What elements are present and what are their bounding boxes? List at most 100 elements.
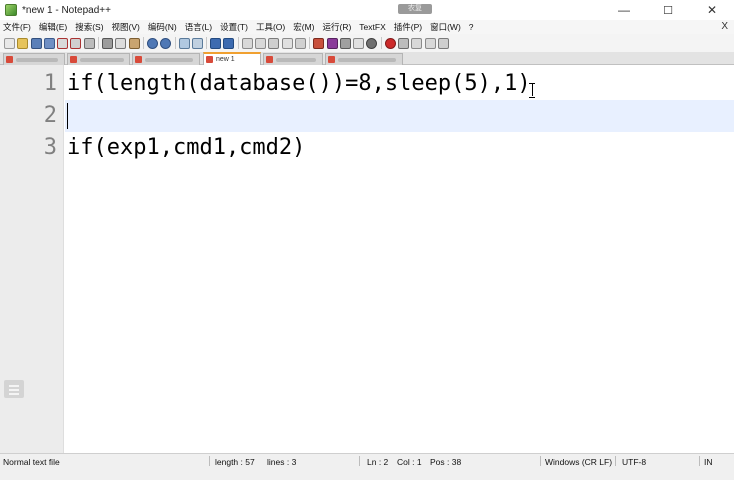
record-macro-icon[interactable]: [384, 37, 396, 49]
monitoring-icon[interactable]: [366, 37, 378, 49]
paste-icon[interactable]: [128, 37, 140, 49]
menu-window[interactable]: 窗口(W): [430, 21, 461, 33]
status-separator: [209, 456, 210, 466]
menu-plugins[interactable]: 插件(P): [394, 21, 422, 33]
stop-macro-icon[interactable]: [398, 37, 410, 49]
status-ln: Ln : 2: [367, 457, 389, 467]
toolbar-separator: [206, 37, 208, 49]
unsaved-file-icon: [206, 56, 213, 63]
redo-icon[interactable]: [160, 37, 172, 49]
close-document-x[interactable]: X: [721, 21, 728, 32]
menu-encoding[interactable]: 编码(N): [148, 21, 177, 33]
copy-icon[interactable]: [115, 37, 127, 49]
status-eol[interactable]: Windows (CR LF): [545, 457, 612, 467]
unsaved-file-icon: [266, 56, 273, 63]
open-file-icon[interactable]: [17, 37, 29, 49]
unsaved-file-icon: [328, 56, 335, 63]
menu-help[interactable]: ?: [469, 22, 474, 32]
tab-label-placeholder: [80, 57, 124, 62]
run-macro-icon[interactable]: [424, 37, 436, 49]
unsaved-file-icon: [6, 56, 13, 63]
close-file-icon[interactable]: [57, 37, 69, 49]
status-pos: Pos : 38: [430, 457, 462, 467]
undo-icon[interactable]: [146, 37, 158, 49]
print-icon[interactable]: [83, 37, 95, 49]
status-separator: [540, 456, 541, 466]
tab-document-6[interactable]: [325, 53, 403, 65]
zoom-in-icon[interactable]: [210, 37, 222, 49]
folder-workspace-icon[interactable]: [353, 37, 365, 49]
status-insert-mode: IN: [704, 457, 713, 467]
ibeam-cursor-icon: [529, 83, 535, 98]
sync-horizontal-icon[interactable]: [255, 37, 267, 49]
toolbar-separator: [142, 37, 144, 49]
title-overlay-badge: 农复: [398, 4, 432, 14]
tab-document-5[interactable]: [263, 53, 323, 65]
tab-label-placeholder: [276, 57, 316, 62]
status-separator: [699, 456, 700, 466]
line-number: 2: [43, 103, 57, 128]
tab-label: new 1: [216, 56, 235, 63]
toolbar-separator: [237, 37, 239, 49]
menu-edit[interactable]: 编辑(E): [39, 21, 67, 33]
menu-settings[interactable]: 设置(T): [220, 21, 248, 33]
editor-area[interactable]: 1 if(length(database())=8,sleep(5),1) 2 …: [0, 65, 734, 453]
code-text[interactable]: if(exp1,cmd1,cmd2): [67, 132, 305, 164]
menu-search[interactable]: 搜索(S): [75, 21, 103, 33]
notepad-app-icon[interactable]: [5, 4, 17, 16]
close-button[interactable]: ✕: [690, 0, 734, 20]
save-all-icon[interactable]: [43, 37, 55, 49]
toolbar-separator: [98, 37, 100, 49]
tab-new-1[interactable]: new 1: [203, 52, 261, 65]
editor-line-2-current: [65, 100, 734, 132]
toolbar-separator: [174, 37, 176, 49]
show-all-chars-icon[interactable]: [281, 37, 293, 49]
sync-vertical-icon[interactable]: [241, 37, 253, 49]
indent-guide-icon[interactable]: [294, 37, 306, 49]
language-icon[interactable]: [313, 37, 325, 49]
tab-bar: new 1: [0, 52, 734, 65]
tab-document-2[interactable]: [67, 53, 130, 65]
list-widget-icon[interactable]: [4, 380, 24, 398]
status-separator: [615, 456, 616, 466]
zoom-out-icon[interactable]: [223, 37, 235, 49]
editor-line-2-gutter: 2: [0, 100, 64, 132]
unsaved-file-icon: [70, 56, 77, 63]
window-title: *new 1 - Notepad++: [22, 4, 111, 16]
status-encoding[interactable]: UTF-8: [622, 457, 646, 467]
status-separator: [359, 456, 360, 466]
menu-run[interactable]: 运行(R): [322, 21, 351, 33]
tab-label-placeholder: [16, 57, 58, 62]
tab-document-1[interactable]: [3, 53, 65, 65]
find-icon[interactable]: [178, 37, 190, 49]
status-length: length : 57: [215, 457, 255, 467]
doc-map-icon[interactable]: [326, 37, 338, 49]
toolbar-separator: [309, 37, 311, 49]
status-lines: lines : 3: [267, 457, 297, 467]
menu-macro[interactable]: 宏(M): [293, 21, 314, 33]
menu-bar: 文件(F) 编辑(E) 搜索(S) 视图(V) 编码(N) 语言(L) 设置(T…: [0, 20, 734, 34]
replace-icon[interactable]: [191, 37, 203, 49]
menu-view[interactable]: 视图(V): [112, 21, 140, 33]
status-col: Col : 1: [397, 457, 422, 467]
code-text[interactable]: if(length(database())=8,sleep(5),1): [67, 68, 531, 100]
function-list-icon[interactable]: [339, 37, 351, 49]
menu-textfx[interactable]: TextFX: [359, 22, 385, 32]
toolbar: [0, 34, 734, 52]
editor-line-1: 1 if(length(database())=8,sleep(5),1): [0, 68, 734, 100]
save-icon[interactable]: [30, 37, 42, 49]
minimize-button[interactable]: —: [602, 0, 646, 20]
tab-document-3[interactable]: [132, 53, 200, 65]
close-all-icon[interactable]: [70, 37, 82, 49]
cut-icon[interactable]: [102, 37, 114, 49]
play-macro-icon[interactable]: [411, 37, 423, 49]
line-number: 1: [43, 71, 57, 96]
toolbar-separator: [380, 37, 382, 49]
maximize-button[interactable]: ☐: [646, 0, 690, 20]
save-macro-icon[interactable]: [437, 37, 449, 49]
new-file-icon[interactable]: [4, 37, 15, 49]
word-wrap-icon[interactable]: [268, 37, 280, 49]
menu-language[interactable]: 语言(L): [185, 21, 212, 33]
menu-tools[interactable]: 工具(O): [256, 21, 285, 33]
menu-file[interactable]: 文件(F): [3, 21, 31, 33]
